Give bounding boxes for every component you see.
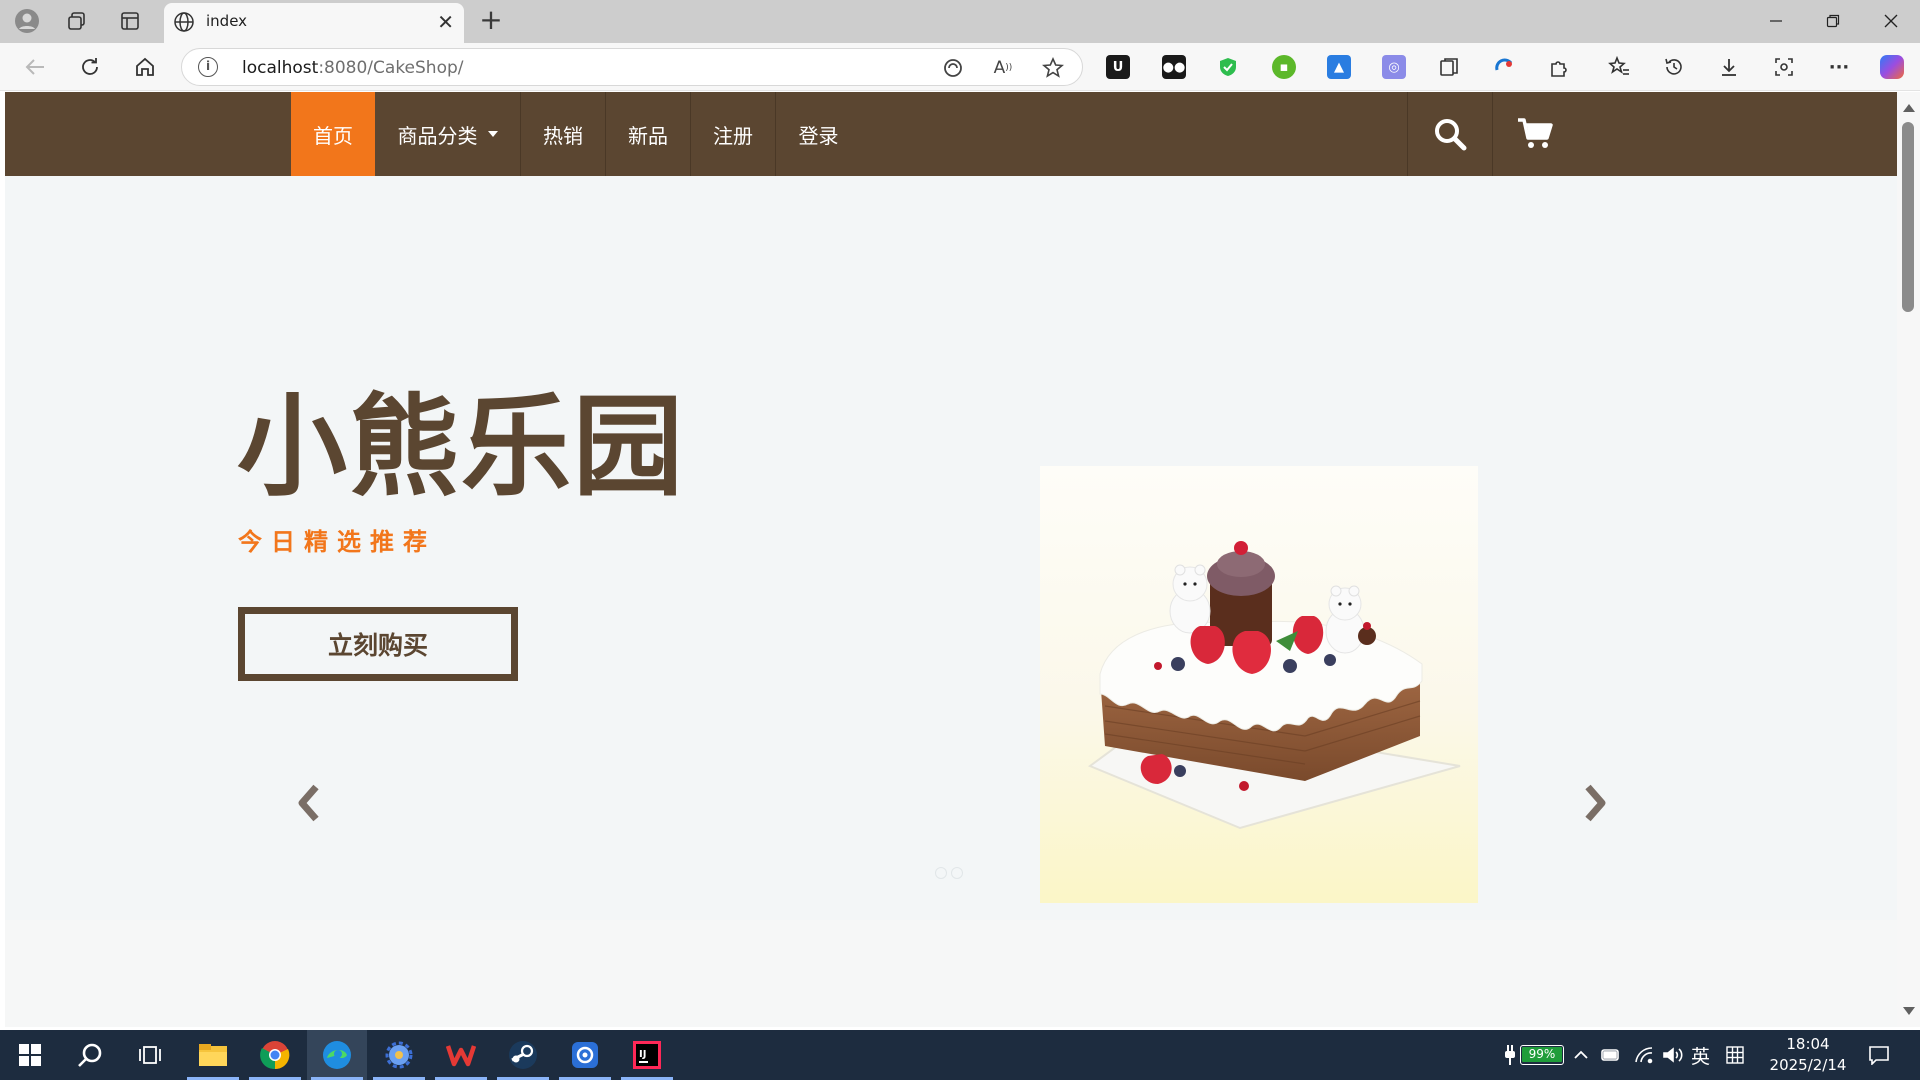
- page-lower-section: [5, 920, 1897, 1027]
- input-method-indicator[interactable]: 英: [1691, 1030, 1710, 1080]
- history-icon[interactable]: [1662, 55, 1686, 79]
- page-scrollbar[interactable]: [1897, 92, 1920, 1027]
- page-viewport: 首页 商品分类 热销 新品 注册 登录 小熊乐园 今日精选推荐 立刻购买: [5, 92, 1897, 1027]
- more-menu-icon[interactable]: ···: [1827, 55, 1851, 79]
- carousel-indicators: [935, 867, 963, 879]
- close-tab-icon[interactable]: ✕: [437, 10, 454, 34]
- browser-toolbar: i localhost:8080/CakeShop/ A)) U ●● ▪ ▲ …: [0, 43, 1920, 91]
- workspaces-icon[interactable]: [64, 8, 90, 34]
- nav-home[interactable]: 首页: [291, 92, 375, 176]
- volume-icon[interactable]: [1662, 1030, 1684, 1080]
- translate-extension-icon[interactable]: ●●: [1162, 55, 1186, 79]
- svg-text:IJ: IJ: [639, 1049, 646, 1060]
- refresh-icon[interactable]: [75, 52, 105, 82]
- url-text[interactable]: localhost:8080/CakeShop/: [242, 58, 464, 78]
- carousel-dot[interactable]: [935, 867, 947, 879]
- battery-saver-icon[interactable]: [1601, 1030, 1621, 1080]
- close-window-button[interactable]: [1871, 6, 1911, 36]
- browser-tab-bar: index ✕ +: [0, 0, 1920, 43]
- restore-button[interactable]: [1813, 6, 1853, 36]
- notification-center-icon[interactable]: [1868, 1030, 1890, 1080]
- tray-overflow-icon[interactable]: [1573, 1030, 1589, 1080]
- search-icon[interactable]: [60, 1030, 120, 1080]
- wps-office-icon[interactable]: [431, 1030, 491, 1080]
- new-tab-button[interactable]: +: [476, 6, 506, 34]
- file-explorer-icon[interactable]: [183, 1030, 243, 1080]
- settings-gear-app-icon[interactable]: [369, 1030, 429, 1080]
- cart-icon: [1518, 118, 1553, 148]
- active-tab[interactable]: index ✕: [164, 3, 464, 43]
- purple-extension-icon[interactable]: ◎: [1382, 55, 1406, 79]
- read-aloud-icon[interactable]: A)): [990, 55, 1016, 81]
- windows-taskbar: IJ 99% 英 18:04 2025/2/14: [0, 1030, 1920, 1080]
- search-icon: [1435, 119, 1467, 151]
- site-info-icon[interactable]: i: [198, 57, 218, 77]
- steam-icon[interactable]: [493, 1030, 553, 1080]
- carousel-dot[interactable]: [951, 867, 963, 879]
- edge-icon[interactable]: [307, 1030, 367, 1080]
- ime-grid-icon[interactable]: [1726, 1030, 1744, 1080]
- home-icon[interactable]: [130, 52, 160, 82]
- scroll-thumb[interactable]: [1902, 122, 1914, 312]
- carousel-prev-icon[interactable]: [289, 778, 329, 828]
- power-plug-icon: [1504, 1030, 1516, 1080]
- hero-subtitle: 今日精选推荐: [238, 528, 436, 556]
- tab-title: index: [206, 12, 248, 30]
- collections-icon[interactable]: [1437, 55, 1461, 79]
- downloads-icon[interactable]: [1717, 55, 1741, 79]
- nav-register[interactable]: 注册: [691, 92, 776, 176]
- edge-drop-icon[interactable]: [1492, 55, 1516, 79]
- favorites-icon[interactable]: [1607, 55, 1631, 79]
- intellij-idea-icon[interactable]: IJ: [617, 1030, 677, 1080]
- remote-desktop-icon[interactable]: [555, 1030, 615, 1080]
- favorite-star-icon[interactable]: [1040, 55, 1066, 81]
- scroll-up-icon[interactable]: [1903, 104, 1915, 112]
- system-clock[interactable]: 18:04 2025/2/14: [1768, 1034, 1848, 1076]
- site-navbar: 首页 商品分类 热销 新品 注册 登录: [5, 92, 1897, 176]
- minimize-button[interactable]: [1756, 6, 1796, 36]
- app-available-icon[interactable]: [940, 55, 966, 81]
- blue-extension-icon[interactable]: ▲: [1327, 55, 1351, 79]
- chevron-down-icon: [487, 131, 498, 137]
- chrome-icon[interactable]: [245, 1030, 305, 1080]
- extensions-puzzle-icon[interactable]: [1547, 55, 1571, 79]
- wifi-icon[interactable]: [1634, 1030, 1654, 1080]
- back-icon[interactable]: [20, 52, 50, 82]
- ublock-extension-icon[interactable]: U: [1106, 55, 1130, 79]
- shield-extension-icon[interactable]: [1216, 55, 1240, 79]
- copilot-icon[interactable]: [1880, 55, 1904, 79]
- nav-new[interactable]: 新品: [606, 92, 691, 176]
- globe-icon: [174, 12, 194, 32]
- address-bar[interactable]: i localhost:8080/CakeShop/ A)): [181, 48, 1083, 86]
- cart-button[interactable]: [1492, 92, 1577, 176]
- profile-icon[interactable]: [14, 8, 40, 34]
- search-button[interactable]: [1407, 92, 1492, 176]
- hero-title: 小熊乐园: [237, 383, 685, 511]
- vertical-tabs-icon[interactable]: [117, 8, 143, 34]
- scroll-down-icon[interactable]: [1903, 1007, 1915, 1015]
- screenshot-icon[interactable]: [1772, 55, 1796, 79]
- start-windows-icon[interactable]: [0, 1030, 60, 1080]
- carousel-next-icon[interactable]: [1575, 778, 1615, 828]
- green-extension-icon[interactable]: ▪: [1272, 55, 1296, 79]
- buy-now-button[interactable]: 立刻购买: [238, 607, 518, 681]
- battery-indicator[interactable]: 99%: [1520, 1045, 1564, 1065]
- nav-login[interactable]: 登录: [776, 92, 861, 176]
- cake-product-image[interactable]: [1040, 466, 1478, 903]
- nav-hot[interactable]: 热销: [521, 92, 606, 176]
- task-view-icon[interactable]: [120, 1030, 180, 1080]
- nav-categories[interactable]: 商品分类: [375, 92, 521, 176]
